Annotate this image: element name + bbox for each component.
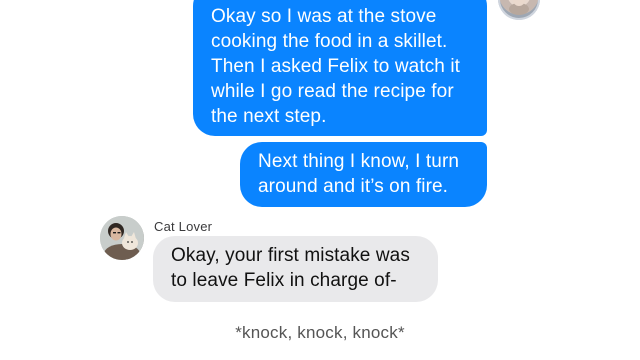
sender-name: Cat Lover: [154, 219, 213, 234]
user-avatar-icon: [498, 0, 540, 20]
my-avatar[interactable]: [498, 0, 540, 20]
message-bubble-incoming[interactable]: Okay, your first mistake was to leave Fe…: [153, 236, 438, 302]
chat-thread: Okay so I was at the stove cooking the f…: [0, 0, 640, 360]
message-bubble-outgoing[interactable]: Next thing I know, I turn around and it’…: [240, 142, 487, 207]
caption-text: *knock, knock, knock*: [235, 323, 405, 342]
cat-lover-avatar[interactable]: [100, 216, 144, 260]
cat-lover-avatar-icon: [100, 216, 144, 260]
message-bubble-outgoing[interactable]: Okay so I was at the stove cooking the f…: [193, 0, 487, 136]
